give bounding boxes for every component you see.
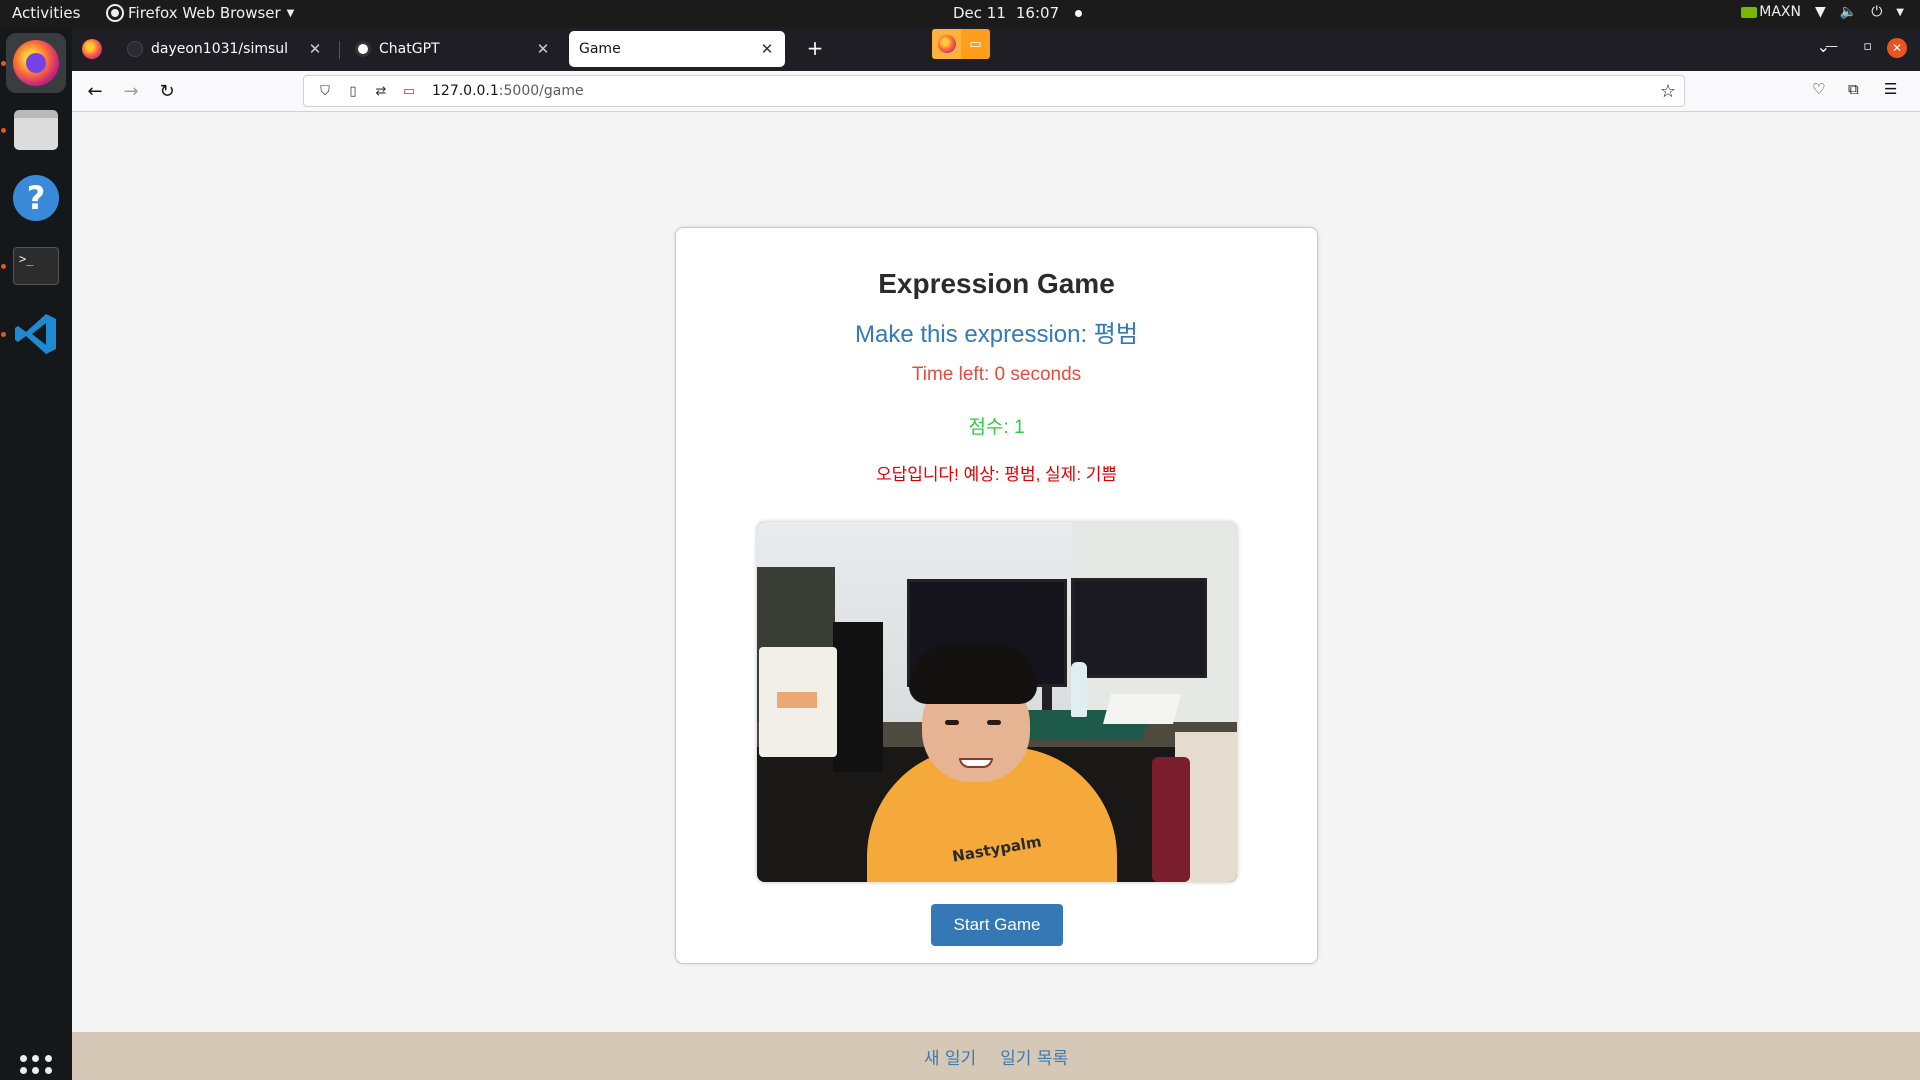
- dock-terminal[interactable]: >_: [6, 236, 66, 296]
- dock-help[interactable]: ?: [6, 168, 66, 228]
- time-left: Time left: 0 seconds: [911, 364, 1082, 385]
- running-indicator: [1, 264, 6, 269]
- tab-chatgpt[interactable]: ChatGPT ✕: [345, 31, 561, 67]
- notification-dot-icon: [1075, 9, 1083, 17]
- close-icon[interactable]: ✕: [535, 40, 551, 58]
- restore-icon[interactable]: ▫: [1863, 39, 1872, 54]
- dock-vscode[interactable]: [6, 304, 66, 364]
- camera-in-use-icon[interactable]: ▭: [398, 84, 420, 99]
- url-path: :5000/game: [498, 83, 584, 99]
- bookmark-star-icon[interactable]: ☆: [1660, 81, 1676, 102]
- app-menu-label: Firefox Web Browser: [128, 4, 281, 22]
- clock[interactable]: Dec 11 16:07: [953, 4, 1083, 22]
- running-indicator: [1, 128, 6, 133]
- system-menu-caret-icon[interactable]: ▼: [1896, 7, 1904, 18]
- camera-icon: ▭: [961, 29, 990, 59]
- caret-down-icon: ▼: [286, 7, 295, 19]
- tab-github[interactable]: dayeon1031/simsul ✕: [117, 31, 333, 67]
- monitor: [1071, 578, 1207, 678]
- result-message: 오답입니다! 예상: 평범, 실제: 기쁨: [875, 465, 1118, 484]
- show-apps-grid-icon[interactable]: [20, 1055, 52, 1080]
- tab-title: Game: [579, 41, 621, 57]
- back-arrow-icon[interactable]: ←: [82, 79, 108, 105]
- url-host: 127.0.0.1: [432, 83, 499, 99]
- firefox-small-icon: [108, 6, 122, 20]
- navigation-toolbar: ← → ↻ ⛉ ▯ ⇄ ▭ 127.0.0.1:5000/game ☆ ♡ ⧉ …: [72, 71, 1920, 112]
- new-tab-button[interactable]: +: [802, 36, 828, 62]
- game-card: Expression Game Make this expression: 평범…: [675, 227, 1318, 964]
- diary-list-link[interactable]: 일기 목록: [1000, 1044, 1068, 1069]
- clock-time: 16:07: [1015, 4, 1060, 22]
- running-indicator: [1, 332, 6, 337]
- url-text[interactable]: 127.0.0.1:5000/game: [432, 83, 584, 99]
- dock-files[interactable]: [6, 100, 66, 160]
- forward-arrow-icon[interactable]: →: [118, 79, 144, 105]
- dock: ? >_: [0, 27, 72, 1080]
- terminal-icon: >_: [13, 247, 59, 285]
- running-indicator: [1, 61, 6, 66]
- chatgpt-icon: [355, 41, 371, 57]
- volume-icon[interactable]: 🔈: [1840, 4, 1857, 20]
- page-content: Expression Game Make this expression: 평범…: [72, 112, 1920, 1080]
- power-mode-indicator[interactable]: MAXN: [1741, 4, 1801, 20]
- webcam-sharing-indicator[interactable]: ▭: [932, 29, 990, 59]
- webcam-video: Nastypalm: [757, 522, 1237, 882]
- wifi-icon[interactable]: ▼: [1815, 4, 1826, 20]
- footer-nav: 새 일기 일기 목록: [72, 1032, 1920, 1080]
- github-icon: [127, 41, 143, 57]
- minimize-icon[interactable]: —: [1825, 39, 1838, 54]
- help-icon: ?: [13, 175, 59, 221]
- system-top-bar: Activities Firefox Web Browser ▼ Dec 11 …: [0, 0, 1920, 27]
- firefox-icon: [13, 40, 59, 86]
- tab-title: ChatGPT: [379, 41, 440, 57]
- system-tray[interactable]: MAXN ▼ 🔈 ⏻ ▼: [1741, 4, 1904, 20]
- files-icon: [14, 110, 58, 150]
- tab-game[interactable]: Game ✕: [569, 31, 785, 67]
- start-game-button[interactable]: Start Game: [931, 904, 1063, 946]
- extensions-icon[interactable]: ⧉: [1848, 80, 1859, 98]
- score: 점수: 1: [968, 417, 1025, 438]
- tab-bar: dayeon1031/simsul ✕ ChatGPT ✕ Game ✕ + ▭…: [72, 27, 1920, 71]
- reload-icon[interactable]: ↻: [154, 79, 180, 105]
- permissions-icon[interactable]: ⇄: [370, 84, 392, 99]
- page-title: Expression Game: [878, 268, 1115, 299]
- firefox-icon: [937, 35, 956, 53]
- hamburger-menu-icon[interactable]: ☰: [1884, 80, 1897, 98]
- pocket-icon[interactable]: ♡: [1812, 80, 1825, 98]
- new-diary-link[interactable]: 새 일기: [924, 1044, 976, 1069]
- app-menu[interactable]: Firefox Web Browser ▼: [108, 4, 294, 22]
- url-bar[interactable]: ⛉ ▯ ⇄ ▭ 127.0.0.1:5000/game ☆: [303, 75, 1685, 107]
- tab-title: dayeon1031/simsul: [151, 41, 289, 57]
- close-icon[interactable]: ✕: [759, 40, 775, 58]
- firefox-view-icon[interactable]: [82, 39, 102, 59]
- nvidia-icon: [1741, 6, 1758, 18]
- vscode-icon: [15, 314, 56, 354]
- close-window-icon[interactable]: ✕: [1887, 38, 1907, 58]
- power-mode-label: MAXN: [1759, 4, 1801, 20]
- dock-firefox[interactable]: [6, 33, 66, 93]
- target-expression: Make this expression: 평범: [855, 321, 1138, 348]
- tracking-protection-shield-icon[interactable]: ⛉: [314, 84, 336, 99]
- page-info-icon[interactable]: ▯: [342, 84, 364, 99]
- power-icon[interactable]: ⏻: [1871, 4, 1882, 20]
- tab-separator: [339, 41, 340, 59]
- activities-button[interactable]: Activities: [12, 4, 80, 22]
- clock-date: Dec 11: [953, 4, 1006, 22]
- close-icon[interactable]: ✕: [307, 40, 323, 58]
